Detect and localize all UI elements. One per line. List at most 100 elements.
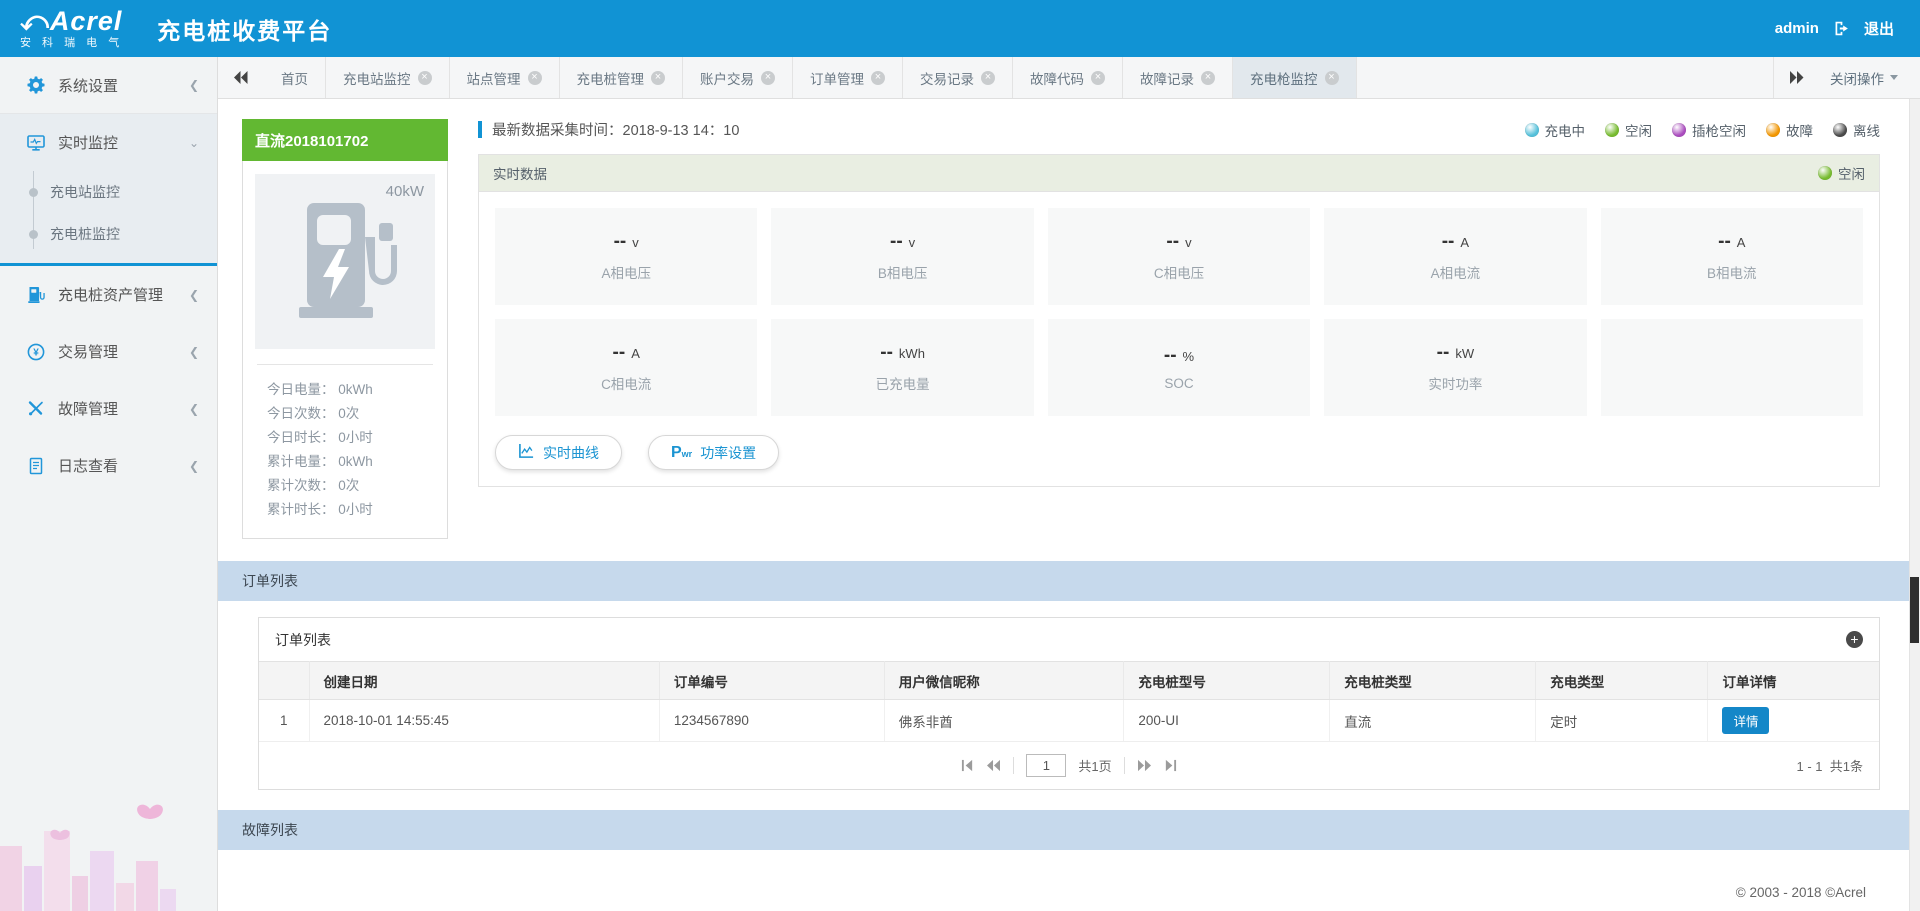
chevron-left-icon: ❮ — [188, 458, 199, 473]
chevron-down-icon: ⌄ — [188, 135, 199, 150]
tools-icon — [26, 399, 46, 419]
close-icon[interactable] — [761, 70, 775, 85]
next-page-icon[interactable] — [1137, 759, 1152, 772]
prev-page-icon[interactable] — [986, 759, 1001, 772]
username: admin — [1774, 20, 1819, 37]
stat-today-energy: 今日电量： 0kWh — [267, 382, 373, 397]
tab-order-mgmt[interactable]: 订单管理 — [793, 57, 903, 98]
logo-text: Acrel — [49, 6, 123, 36]
metric-tile-b-current: -- A B相电流 — [1600, 208, 1863, 305]
bullet-dot-icon — [29, 187, 38, 197]
sidebar-subitem-pile-monitor[interactable]: 充电桩监控 — [0, 213, 217, 255]
footer: © 2003 - 2018 ©Acrel — [218, 873, 1920, 911]
close-icon[interactable] — [417, 70, 432, 85]
cell-pile-model: 200-UI — [1123, 699, 1331, 742]
close-operations-menu[interactable]: 关闭操作 — [1820, 68, 1920, 88]
tab-pile-mgmt[interactable]: 充电桩管理 — [560, 57, 683, 98]
sidebar-subitem-label: 充电站监控 — [50, 184, 120, 200]
scrollbar-thumb[interactable] — [1910, 577, 1919, 643]
orders-header-row: 创建日期 订单编号 用户微信昵称 充电桩型号 充电桩类型 充电类型 订单详情 — [259, 661, 1879, 700]
bullet-dot-icon — [29, 229, 38, 239]
legend-charging: 充电中 — [1524, 120, 1585, 140]
legend-idle: 空闲 — [1605, 120, 1652, 140]
tab-station-monitor[interactable]: 充电站监控 — [326, 57, 450, 98]
divider — [1013, 757, 1015, 774]
metric-tile-soc: --% SOC — [1047, 319, 1311, 416]
gun-status-label: 空闲 — [1838, 167, 1865, 182]
tab-account-trade[interactable]: 账户交易 — [683, 57, 793, 98]
col-charge-type: 充电类型 — [1535, 661, 1709, 700]
sidebar-item-label: 日志查看 — [58, 458, 119, 475]
tab-trade-records[interactable]: 交易记录 — [903, 57, 1013, 98]
close-icon[interactable] — [871, 70, 885, 85]
divider — [1123, 757, 1125, 774]
sidebar-item-system-settings[interactable]: 系统设置 ❮ — [0, 57, 217, 114]
last-page-icon[interactable] — [1164, 759, 1177, 772]
tab-gun-monitor[interactable]: 充电枪监控 — [1233, 57, 1357, 98]
gear-icon — [26, 75, 46, 95]
orders-table: 创建日期 订单编号 用户微信昵称 充电桩型号 充电桩类型 充电类型 订单详情 1 — [259, 661, 1879, 742]
close-icon[interactable] — [1324, 70, 1339, 85]
close-icon[interactable] — [527, 70, 542, 85]
stat-total-duration: 累计时长： 0小时 — [267, 502, 373, 517]
tab-home[interactable]: 首页 — [264, 57, 326, 98]
sidebar-subitem-label: 充电桩监控 — [50, 226, 120, 242]
logout-button[interactable]: 退出 — [1864, 18, 1894, 39]
cell-pile-type: 直流 — [1329, 699, 1537, 742]
legend-fault: 故障 — [1766, 120, 1813, 140]
logout-icon[interactable] — [1833, 20, 1850, 37]
tab-fault-records[interactable]: 故障记录 — [1123, 57, 1233, 98]
sidebar-item-logs[interactable]: 日志查看 ❮ — [0, 437, 217, 494]
col-pile-model: 充电桩型号 — [1123, 661, 1331, 700]
col-index — [259, 661, 310, 700]
col-created: 创建日期 — [309, 661, 660, 700]
divider — [257, 364, 433, 365]
vertical-scrollbar[interactable] — [1909, 99, 1920, 911]
tabs-scroll-right-icon[interactable] — [1774, 71, 1820, 84]
pagination: 共1页 1 - 1 共1条 — [259, 742, 1879, 789]
order-panel-title: 订单列表 — [275, 631, 331, 648]
detail-button[interactable]: 详情 — [1722, 707, 1770, 734]
accent-bar — [478, 121, 482, 138]
range-label: 1 - 1 — [1796, 759, 1823, 774]
legend-offline: 离线 — [1833, 120, 1880, 140]
close-icon[interactable] — [1201, 70, 1215, 85]
charging-pile-large-icon — [293, 201, 397, 323]
close-icon[interactable] — [651, 70, 665, 85]
sidebar-item-faults[interactable]: 故障管理 ❮ — [0, 380, 217, 437]
expand-plus-icon[interactable] — [1846, 631, 1863, 648]
transaction-coin-icon: ¥ — [26, 342, 46, 362]
fault-section-bar: 故障列表 — [218, 810, 1920, 850]
gun-status: 空闲 — [1818, 163, 1865, 183]
metric-tile-b-voltage: -- v B相电压 — [771, 208, 1034, 305]
legend-plugged-idle: 插枪空闲 — [1672, 120, 1746, 140]
first-page-icon[interactable] — [961, 759, 974, 772]
order-panel: 订单列表 创建日期 订单编号 用户微信昵称 充电桩型号 充电桩类型 充电类型 — [258, 617, 1880, 790]
fault-section-title: 故障列表 — [242, 822, 298, 838]
sidebar-item-pile-assets[interactable]: 充电桩资产管理 ❮ — [0, 266, 217, 323]
realtime-curve-button[interactable]: 实时曲线 — [495, 435, 622, 470]
curve-chart-icon — [518, 443, 535, 462]
close-icon[interactable] — [1091, 70, 1105, 85]
monitor-icon — [26, 133, 46, 153]
order-section-bar: 订单列表 — [218, 561, 1920, 601]
close-icon[interactable] — [981, 70, 995, 85]
tab-site-mgmt[interactable]: 站点管理 — [450, 57, 560, 98]
stat-total-energy: 累计电量： 0kWh — [267, 454, 373, 469]
collect-time-label: 最新数据采集时间：2018-9-13 14：10 — [492, 123, 740, 139]
tabs-scroll-left-icon[interactable] — [218, 57, 264, 98]
status-ball-icon — [1672, 122, 1686, 137]
sidebar-subitem-station-monitor[interactable]: 充电站监控 — [0, 171, 217, 213]
tab-fault-codes[interactable]: 故障代码 — [1013, 57, 1123, 98]
power-setting-button[interactable]: Pwr 功率设置 — [648, 435, 780, 470]
chevron-left-icon: ❮ — [188, 287, 199, 302]
app-header: ⤺Acrel 安 科 瑞 电 气 充电桩收费平台 admin 退出 — [0, 0, 1920, 57]
page-number-input[interactable] — [1026, 754, 1067, 777]
sidebar-item-realtime-monitor[interactable]: 实时监控 ⌄ — [0, 114, 217, 171]
sidebar-item-transactions[interactable]: ¥ 交易管理 ❮ — [0, 323, 217, 380]
chevron-left-icon: ❮ — [188, 78, 199, 92]
chevron-left-icon: ❮ — [188, 344, 199, 359]
caret-down-icon — [1890, 75, 1898, 80]
metric-tile-c-current: -- A C相电流 — [495, 319, 758, 416]
svg-text:¥: ¥ — [33, 347, 39, 358]
